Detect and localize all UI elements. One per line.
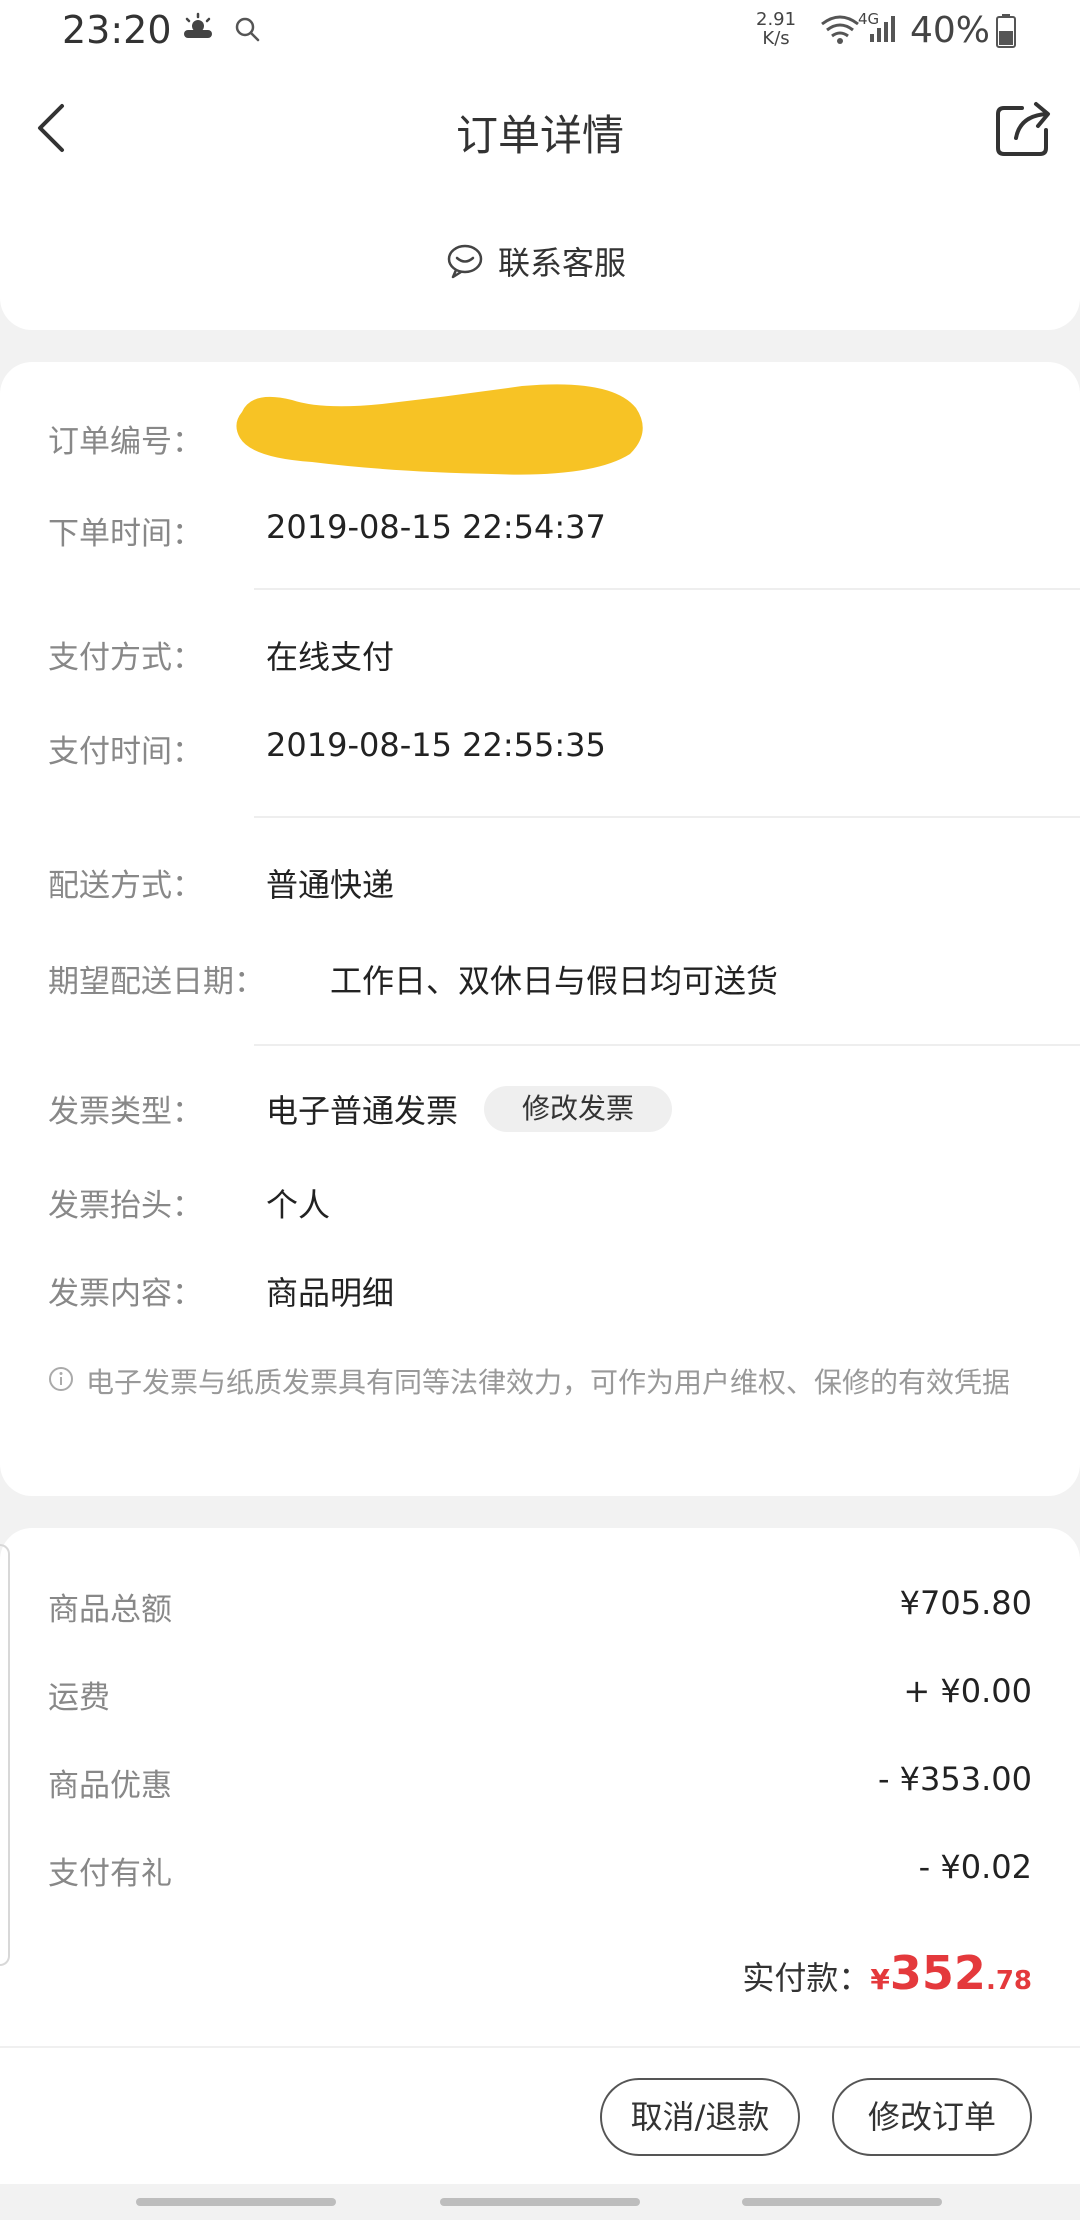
search-icon <box>235 17 260 42</box>
edit-invoice-button[interactable]: 修改发票 <box>484 1086 672 1132</box>
delivery-method-row: 配送方式： 普通快递 <box>0 860 1080 920</box>
wifi-icon <box>821 15 859 44</box>
order-detail-page: 23:20 2.91 K/s 4G 40% 订单详情 联系客服 订单编号： 下单… <box>0 0 1080 2220</box>
status-time: 23:20 <box>62 8 172 52</box>
invoice-content-value: 商品明细 <box>266 1274 395 1312</box>
net-speed-unit: K/s <box>762 28 790 49</box>
contact-card: 联系客服 <box>0 192 1080 330</box>
shipping-label: 运费 <box>48 1680 110 1716</box>
order-time-label: 下单时间： <box>48 516 203 552</box>
order-info-card: 订单编号： 下单时间： 2019-08-15 22:54:37 支付方式： 在线… <box>0 362 1080 1496</box>
shipping-value: + ¥0.00 <box>903 1672 1032 1710</box>
invoice-notice-text: 电子发票与纸质发票具有同等法律效力，可作为用户维权、保修的有效凭据 <box>86 1366 1011 1399</box>
expected-date-label: 期望配送日期： <box>48 964 265 1000</box>
discount-row: 商品优惠 - ¥353.00 <box>0 1760 1080 1820</box>
discount-label: 商品优惠 <box>48 1768 172 1804</box>
paid-currency: ¥ <box>870 1963 890 1996</box>
pay-method-label: 支付方式： <box>48 640 203 676</box>
net-speed: 2.91 K/s <box>756 10 796 48</box>
goods-total-value: ¥705.80 <box>899 1584 1032 1622</box>
gesture-pill-right[interactable] <box>742 2198 942 2206</box>
divider <box>254 588 1080 590</box>
page-title: 订单详情 <box>455 111 624 160</box>
invoice-content-row: 发票内容： 商品明细 <box>0 1268 1080 1328</box>
divider <box>254 816 1080 818</box>
paid-amount: 实付款： ¥ 352 .78 <box>742 1946 1032 2000</box>
cancel-refund-button[interactable]: 取消/退款 <box>600 2078 800 2156</box>
expected-date-row: 期望配送日期： 工作日、双休日与假日均可送货 <box>0 956 1080 1016</box>
order-time-value: 2019-08-15 22:54:37 <box>266 508 606 546</box>
goods-total-label: 商品总额 <box>48 1592 172 1628</box>
invoice-title-label: 发票抬头： <box>48 1188 203 1224</box>
invoice-type-value: 电子普通发票 <box>266 1092 459 1130</box>
order-time-row: 下单时间： 2019-08-15 22:54:37 <box>0 508 1080 568</box>
pay-time-label: 支付时间： <box>48 734 203 770</box>
discount-value: - ¥353.00 <box>877 1760 1032 1798</box>
pay-time-value: 2019-08-15 22:55:35 <box>266 726 606 764</box>
invoice-type-label: 发票类型： <box>48 1094 203 1130</box>
pay-gift-row: 支付有礼 - ¥0.02 <box>0 1848 1080 1908</box>
contact-service-label: 联系客服 <box>498 244 627 282</box>
invoice-title-row: 发票抬头： 个人 <box>0 1180 1080 1240</box>
paid-integer: 352 <box>889 1946 986 2000</box>
bottom-action-bar: 取消/退款 修改订单 <box>0 2046 1080 2184</box>
delivery-method-value: 普通快递 <box>266 866 395 904</box>
pay-time-row: 支付时间： 2019-08-15 22:55:35 <box>0 726 1080 786</box>
divider <box>254 1044 1080 1046</box>
paid-label: 实付款： <box>742 1959 871 1997</box>
status-bar: 23:20 2.91 K/s 4G 40% <box>0 0 1080 64</box>
share-icon[interactable] <box>994 98 1056 158</box>
delivery-method-label: 配送方式： <box>48 868 203 904</box>
contact-service-button[interactable]: 联系客服 <box>446 238 626 284</box>
gesture-nav-bar <box>0 2184 1080 2220</box>
shipping-row: 运费 + ¥0.00 <box>0 1672 1080 1732</box>
pay-gift-label: 支付有礼 <box>48 1856 172 1892</box>
order-number-label: 订单编号： <box>48 424 203 460</box>
expected-date-value: 工作日、双休日与假日均可送货 <box>330 962 779 1000</box>
info-icon <box>49 1367 73 1391</box>
invoice-content-label: 发票内容： <box>48 1276 203 1312</box>
battery-icon <box>996 14 1016 48</box>
pay-method-value: 在线支付 <box>266 638 395 676</box>
invoice-title-value: 个人 <box>266 1186 331 1224</box>
modify-order-button[interactable]: 修改订单 <box>832 2078 1032 2156</box>
signal-icon <box>870 16 895 42</box>
chat-bubble-icon <box>447 244 483 279</box>
pay-method-row: 支付方式： 在线支付 <box>0 632 1080 692</box>
nav-bar: 订单详情 <box>0 64 1080 192</box>
net-speed-value: 2.91 <box>756 9 797 30</box>
price-summary-card: 商品总额 ¥705.80 运费 + ¥0.00 商品优惠 - ¥353.00 支… <box>0 1528 1080 2048</box>
paid-decimal: .78 <box>985 1966 1032 1996</box>
goods-total-row: 商品总额 ¥705.80 <box>0 1584 1080 1644</box>
pay-gift-value: - ¥0.02 <box>918 1848 1032 1886</box>
gesture-pill-center[interactable] <box>440 2198 640 2206</box>
gesture-pill-left[interactable] <box>136 2198 336 2206</box>
redaction-mark <box>236 384 643 475</box>
weather-cloudy-sun-icon <box>184 12 212 38</box>
battery-percent: 40% <box>910 10 991 51</box>
